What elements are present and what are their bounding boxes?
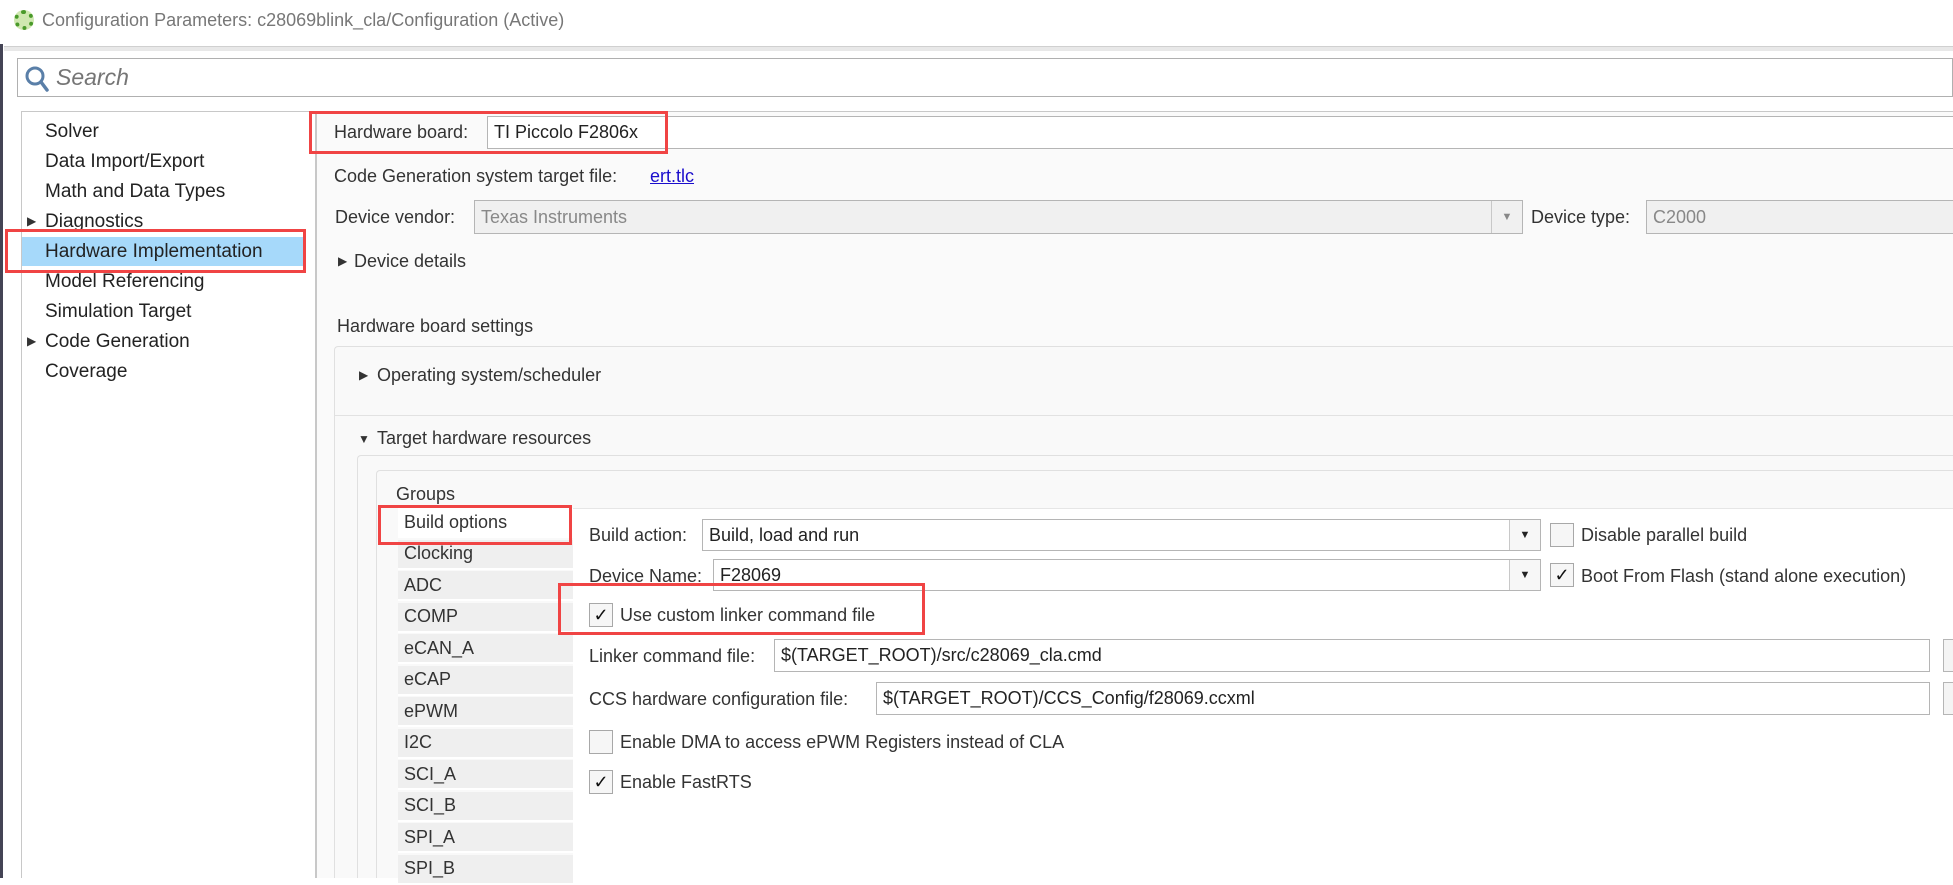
group-item-i2c[interactable]: I2C <box>398 728 573 759</box>
group-item-adc[interactable]: ADC <box>398 571 573 601</box>
build-action-value: Build, load and run <box>709 524 860 545</box>
tree-item-code-generation[interactable]: Code Generation <box>45 332 190 351</box>
title-bar: Configuration Parameters: c28069blink_cl… <box>0 0 1953 44</box>
target-resources-toggle[interactable]: Target hardware resources <box>377 429 591 447</box>
os-scheduler-toggle[interactable]: Operating system/scheduler <box>377 366 601 384</box>
tree-item-data-import-export[interactable]: Data Import/Export <box>45 152 204 171</box>
fastrts-label: Enable FastRTS <box>620 772 752 792</box>
tree-item-diagnostics[interactable]: Diagnostics <box>45 212 143 231</box>
tree-item-solver[interactable]: Solver <box>45 122 99 141</box>
group-item-spi-a[interactable]: SPI_A <box>398 823 573 853</box>
gear-icon <box>14 10 34 30</box>
ccs-config-value: $(TARGET_ROOT)/CCS_Config/f28069.ccxml <box>883 688 1255 708</box>
linker-file-label: Linker command file: <box>589 646 756 666</box>
window-title: Configuration Parameters: c28069blink_cl… <box>42 10 565 30</box>
groups-label: Groups <box>396 484 456 504</box>
title-divider <box>4 46 1953 51</box>
hardware-board-label: Hardware board: <box>334 122 469 142</box>
divider <box>335 415 1953 416</box>
device-name-label: Device Name: <box>589 566 703 586</box>
disable-parallel-label: Disable parallel build <box>1581 525 1748 545</box>
group-item-sci-b[interactable]: SCI_B <box>398 791 573 822</box>
custom-linker-label: Use custom linker command file <box>620 605 876 625</box>
expand-triangle-icon[interactable]: ▶ <box>27 335 36 347</box>
checkmark-icon: ✓ <box>1554 565 1570 585</box>
expand-triangle-icon[interactable]: ▶ <box>338 255 347 267</box>
ccs-config-label: CCS hardware configuration file: <box>589 689 849 709</box>
group-item-build-options[interactable]: Build options <box>398 508 573 538</box>
hardware-board-select[interactable]: TI Piccolo F2806x <box>487 116 1953 149</box>
window-left-edge <box>0 44 3 878</box>
tree-item-math-and-data-types[interactable]: Math and Data Types <box>45 182 225 201</box>
group-item-spi-b[interactable]: SPI_B <box>398 854 573 885</box>
ccs-config-input[interactable]: $(TARGET_ROOT)/CCS_Config/f28069.ccxml <box>876 682 1930 715</box>
group-item-ecan-a[interactable]: eCAN_A <box>398 634 573 664</box>
search-box[interactable] <box>17 58 1953 97</box>
device-details-toggle[interactable]: Device details <box>354 252 466 270</box>
chevron-down-icon: ▼ <box>1491 201 1522 233</box>
device-type-label: Device type: <box>1531 207 1631 227</box>
group-item-ecap[interactable]: eCAP <box>398 665 573 696</box>
device-type-value: C2000 <box>1653 206 1707 227</box>
codegen-target-link[interactable]: ert.tlc <box>650 167 694 185</box>
expand-triangle-icon[interactable]: ▶ <box>359 369 368 381</box>
linker-file-value: $(TARGET_ROOT)/src/c28069_cla.cmd <box>781 645 1102 665</box>
build-action-select[interactable]: Build, load and run ▼ <box>702 519 1541 551</box>
search-icon <box>25 66 49 92</box>
hw-settings-title: Hardware board settings <box>337 316 534 336</box>
checkmark-icon: ✓ <box>593 605 609 625</box>
build-action-label: Build action: <box>589 525 688 545</box>
browse-ccs-button[interactable] <box>1943 682 1953 715</box>
device-name-value: F28069 <box>720 564 782 585</box>
device-vendor-select[interactable]: Texas Instruments ▼ <box>474 200 1523 234</box>
dma-checkbox[interactable] <box>589 730 613 754</box>
chevron-down-icon: ▼ <box>1509 560 1540 590</box>
tree-item-coverage[interactable]: Coverage <box>45 362 127 381</box>
dma-label: Enable DMA to access ePWM Registers inst… <box>620 732 1065 752</box>
group-item-epwm[interactable]: ePWM <box>398 697 573 727</box>
hardware-board-value: TI Piccolo F2806x <box>494 122 639 142</box>
chevron-down-icon: ▼ <box>1509 520 1540 550</box>
tree-item-model-referencing[interactable]: Model Referencing <box>45 272 204 291</box>
fastrts-checkbox[interactable]: ✓ <box>589 770 613 794</box>
device-name-select[interactable]: F28069 ▼ <box>713 559 1541 591</box>
group-item-clocking[interactable]: Clocking <box>398 539 573 570</box>
boot-flash-label: Boot From Flash (stand alone execution) <box>1581 566 1907 586</box>
group-item-sci-a[interactable]: SCI_A <box>398 760 573 790</box>
tree-item-simulation-target[interactable]: Simulation Target <box>45 302 191 321</box>
device-vendor-label: Device vendor: <box>335 207 456 227</box>
boot-flash-checkbox[interactable]: ✓ <box>1550 563 1574 587</box>
tree-item-hardware-implementation[interactable]: Hardware Implementation <box>45 242 263 261</box>
browse-linker-button[interactable] <box>1943 639 1953 672</box>
codegen-target-label: Code Generation system target file: <box>334 166 618 186</box>
group-item-comp[interactable]: COMP <box>398 602 573 633</box>
disable-parallel-checkbox[interactable] <box>1550 523 1574 547</box>
expand-triangle-icon[interactable]: ▶ <box>27 215 36 227</box>
collapse-triangle-icon[interactable]: ▼ <box>358 433 370 445</box>
linker-file-input[interactable]: $(TARGET_ROOT)/src/c28069_cla.cmd <box>774 639 1930 672</box>
search-input[interactable] <box>56 63 656 92</box>
custom-linker-checkbox[interactable]: ✓ <box>589 603 613 627</box>
device-vendor-value: Texas Instruments <box>481 206 628 227</box>
device-type-field[interactable]: C2000 <box>1646 200 1953 234</box>
checkmark-icon: ✓ <box>593 772 609 792</box>
